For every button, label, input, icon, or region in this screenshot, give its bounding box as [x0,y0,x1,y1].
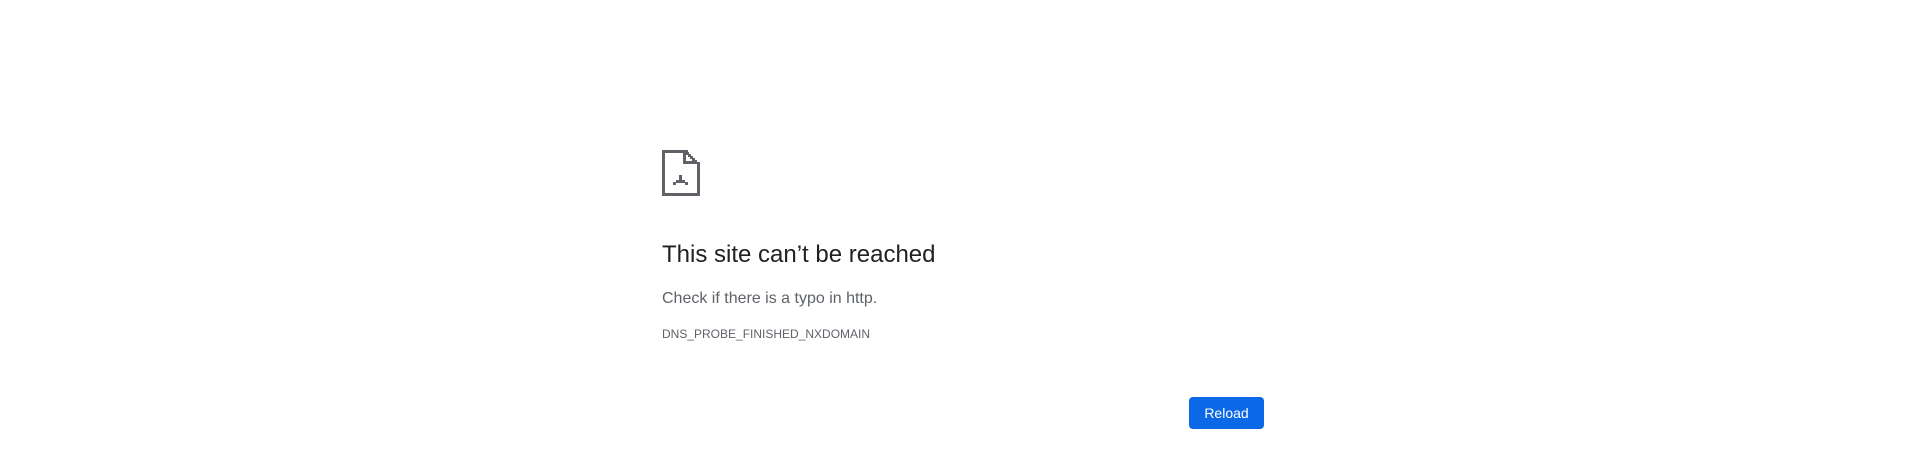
error-page: This site can’t be reached Check if ther… [0,0,1920,452]
error-title: This site can’t be reached [662,241,936,268]
reload-button[interactable]: Reload [1189,397,1264,429]
error-message: Check if there is a typo in http. [662,290,878,307]
error-code: DNS_PROBE_FINISHED_NXDOMAIN [662,327,871,341]
sad-page-icon [662,150,700,196]
